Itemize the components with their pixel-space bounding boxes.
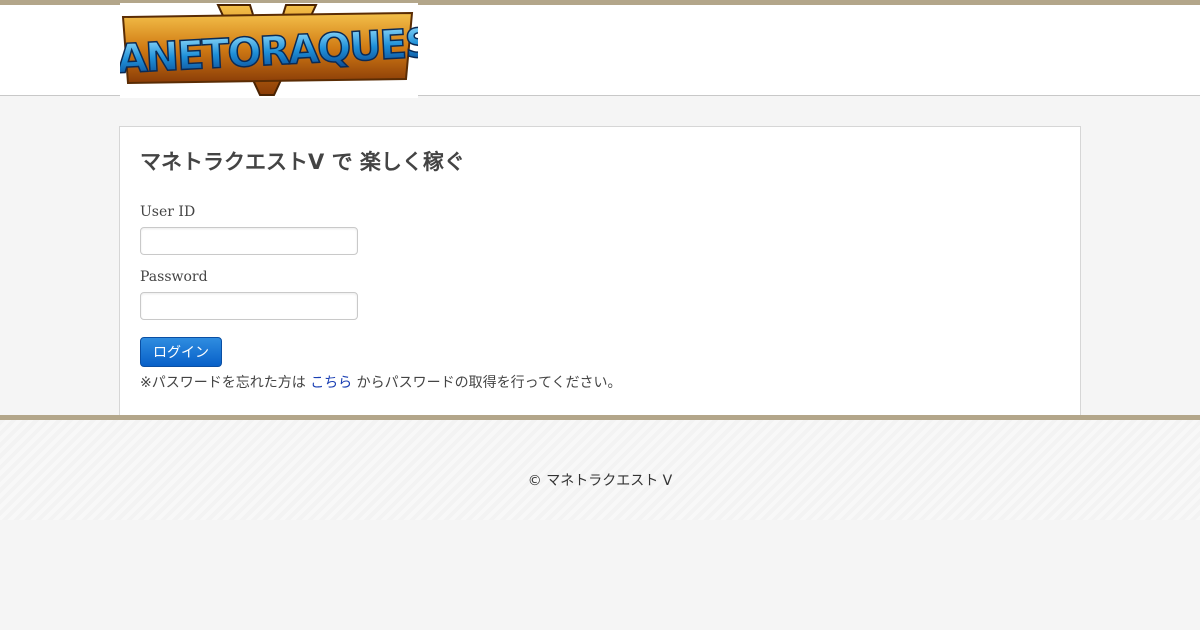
note-prefix: ※パスワードを忘れた方は (140, 375, 306, 391)
footer-copyright: © マネトラクエスト V (527, 473, 673, 489)
password-reset-link[interactable]: こちら (310, 375, 352, 391)
site-logo[interactable]: MANETORAQUEST (120, 3, 418, 98)
note-suffix: からパスワードの取得を行ってください。 (356, 375, 622, 391)
password-input[interactable] (140, 292, 358, 320)
login-button[interactable]: ログイン (140, 337, 222, 367)
login-card: マネトラクエストV で 楽しく稼ぐ User ID Password ログイン … (119, 126, 1081, 417)
user-id-label: User ID (140, 204, 196, 220)
password-reset-note: ※パスワードを忘れた方は こちら からパスワードの取得を行ってください。 (140, 372, 622, 392)
password-label: Password (140, 269, 208, 285)
user-id-input[interactable] (140, 227, 358, 255)
page-title: マネトラクエストV で 楽しく稼ぐ (140, 150, 465, 174)
